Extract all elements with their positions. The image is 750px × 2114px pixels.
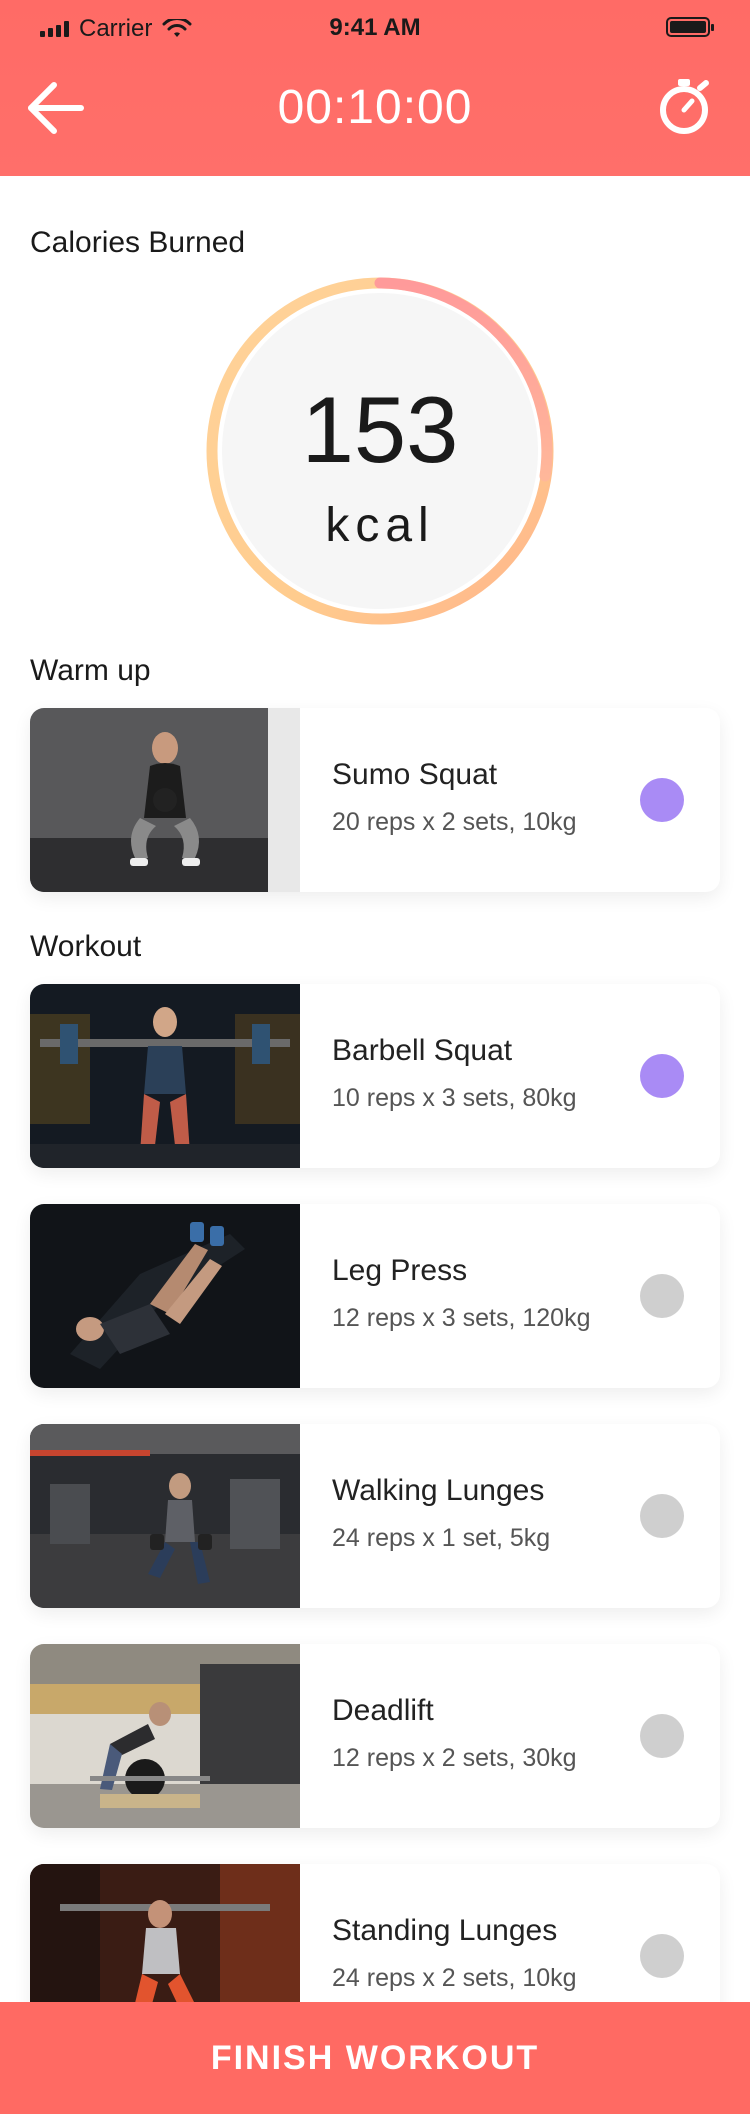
exercise-name: Deadlift xyxy=(332,1694,434,1727)
exercise-photo-deadlift xyxy=(30,1644,300,1828)
workout-list: Barbell Squat 10 reps x 3 sets, 80kg Leg… xyxy=(30,984,720,2084)
exercise-status-indicator[interactable] xyxy=(640,1494,684,1538)
calories-inner: 153 kcal xyxy=(222,293,538,609)
exercise-card[interactable]: Walking Lunges 24 reps x 1 set, 5kg xyxy=(30,1424,720,1608)
exercise-card[interactable]: Leg Press 12 reps x 3 sets, 120kg xyxy=(30,1204,720,1388)
status-bar: Carrier 9:41 AM xyxy=(0,0,750,60)
calories-value: 153 xyxy=(301,377,459,482)
exercise-card[interactable]: Sumo Squat 20 reps x 2 sets, 10kg xyxy=(30,708,720,892)
exercise-status-indicator[interactable] xyxy=(640,778,684,822)
exercise-name: Barbell Squat xyxy=(332,1034,513,1067)
exercise-detail: 12 reps x 3 sets, 120kg xyxy=(332,1304,591,1332)
exercise-detail: 24 reps x 1 set, 5kg xyxy=(332,1524,551,1552)
exercise-card[interactable]: Barbell Squat 10 reps x 3 sets, 80kg xyxy=(30,984,720,1168)
exercise-detail: 20 reps x 2 sets, 10kg xyxy=(332,808,577,836)
stopwatch-icon xyxy=(660,79,709,134)
warmup-section-title: Warm up xyxy=(30,654,151,687)
header-bar: Carrier 9:41 AM 00:10:00 xyxy=(0,0,750,176)
exercise-detail: 10 reps x 3 sets, 80kg xyxy=(332,1084,577,1112)
finish-workout-button[interactable]: FINISH WORKOUT xyxy=(0,2002,750,2114)
exercise-status-indicator[interactable] xyxy=(640,1934,684,1978)
exercise-photo-sumo-squat xyxy=(30,708,300,892)
exercise-name: Standing Lunges xyxy=(332,1914,558,1947)
calories-unit: kcal xyxy=(325,499,435,552)
exercise-status-indicator[interactable] xyxy=(640,1274,684,1318)
exercise-name: Walking Lunges xyxy=(332,1474,545,1507)
exercise-name: Sumo Squat xyxy=(332,758,498,791)
exercise-detail: 12 reps x 2 sets, 30kg xyxy=(332,1744,577,1772)
exercise-status-indicator[interactable] xyxy=(640,1054,684,1098)
warmup-list: Sumo Squat 20 reps x 2 sets, 10kg xyxy=(30,708,720,928)
exercise-photo-leg-press xyxy=(30,1204,300,1388)
exercise-photo-barbell-squat xyxy=(30,984,300,1168)
calories-ring: 153 kcal xyxy=(205,276,555,626)
exercise-detail: 24 reps x 2 sets, 10kg xyxy=(332,1964,577,1992)
exercise-card[interactable]: Deadlift 12 reps x 2 sets, 30kg xyxy=(30,1644,720,1828)
workout-section-title: Workout xyxy=(30,930,142,963)
exercise-photo-walking-lunges xyxy=(30,1424,300,1608)
stopwatch-button[interactable] xyxy=(654,74,718,138)
exercise-status-indicator[interactable] xyxy=(640,1714,684,1758)
workout-timer: 00:10:00 xyxy=(277,81,473,134)
battery-icon xyxy=(666,17,714,37)
status-time: 9:41 AM xyxy=(329,14,421,41)
exercise-name: Leg Press xyxy=(332,1254,468,1287)
calories-title: Calories Burned xyxy=(30,226,246,259)
